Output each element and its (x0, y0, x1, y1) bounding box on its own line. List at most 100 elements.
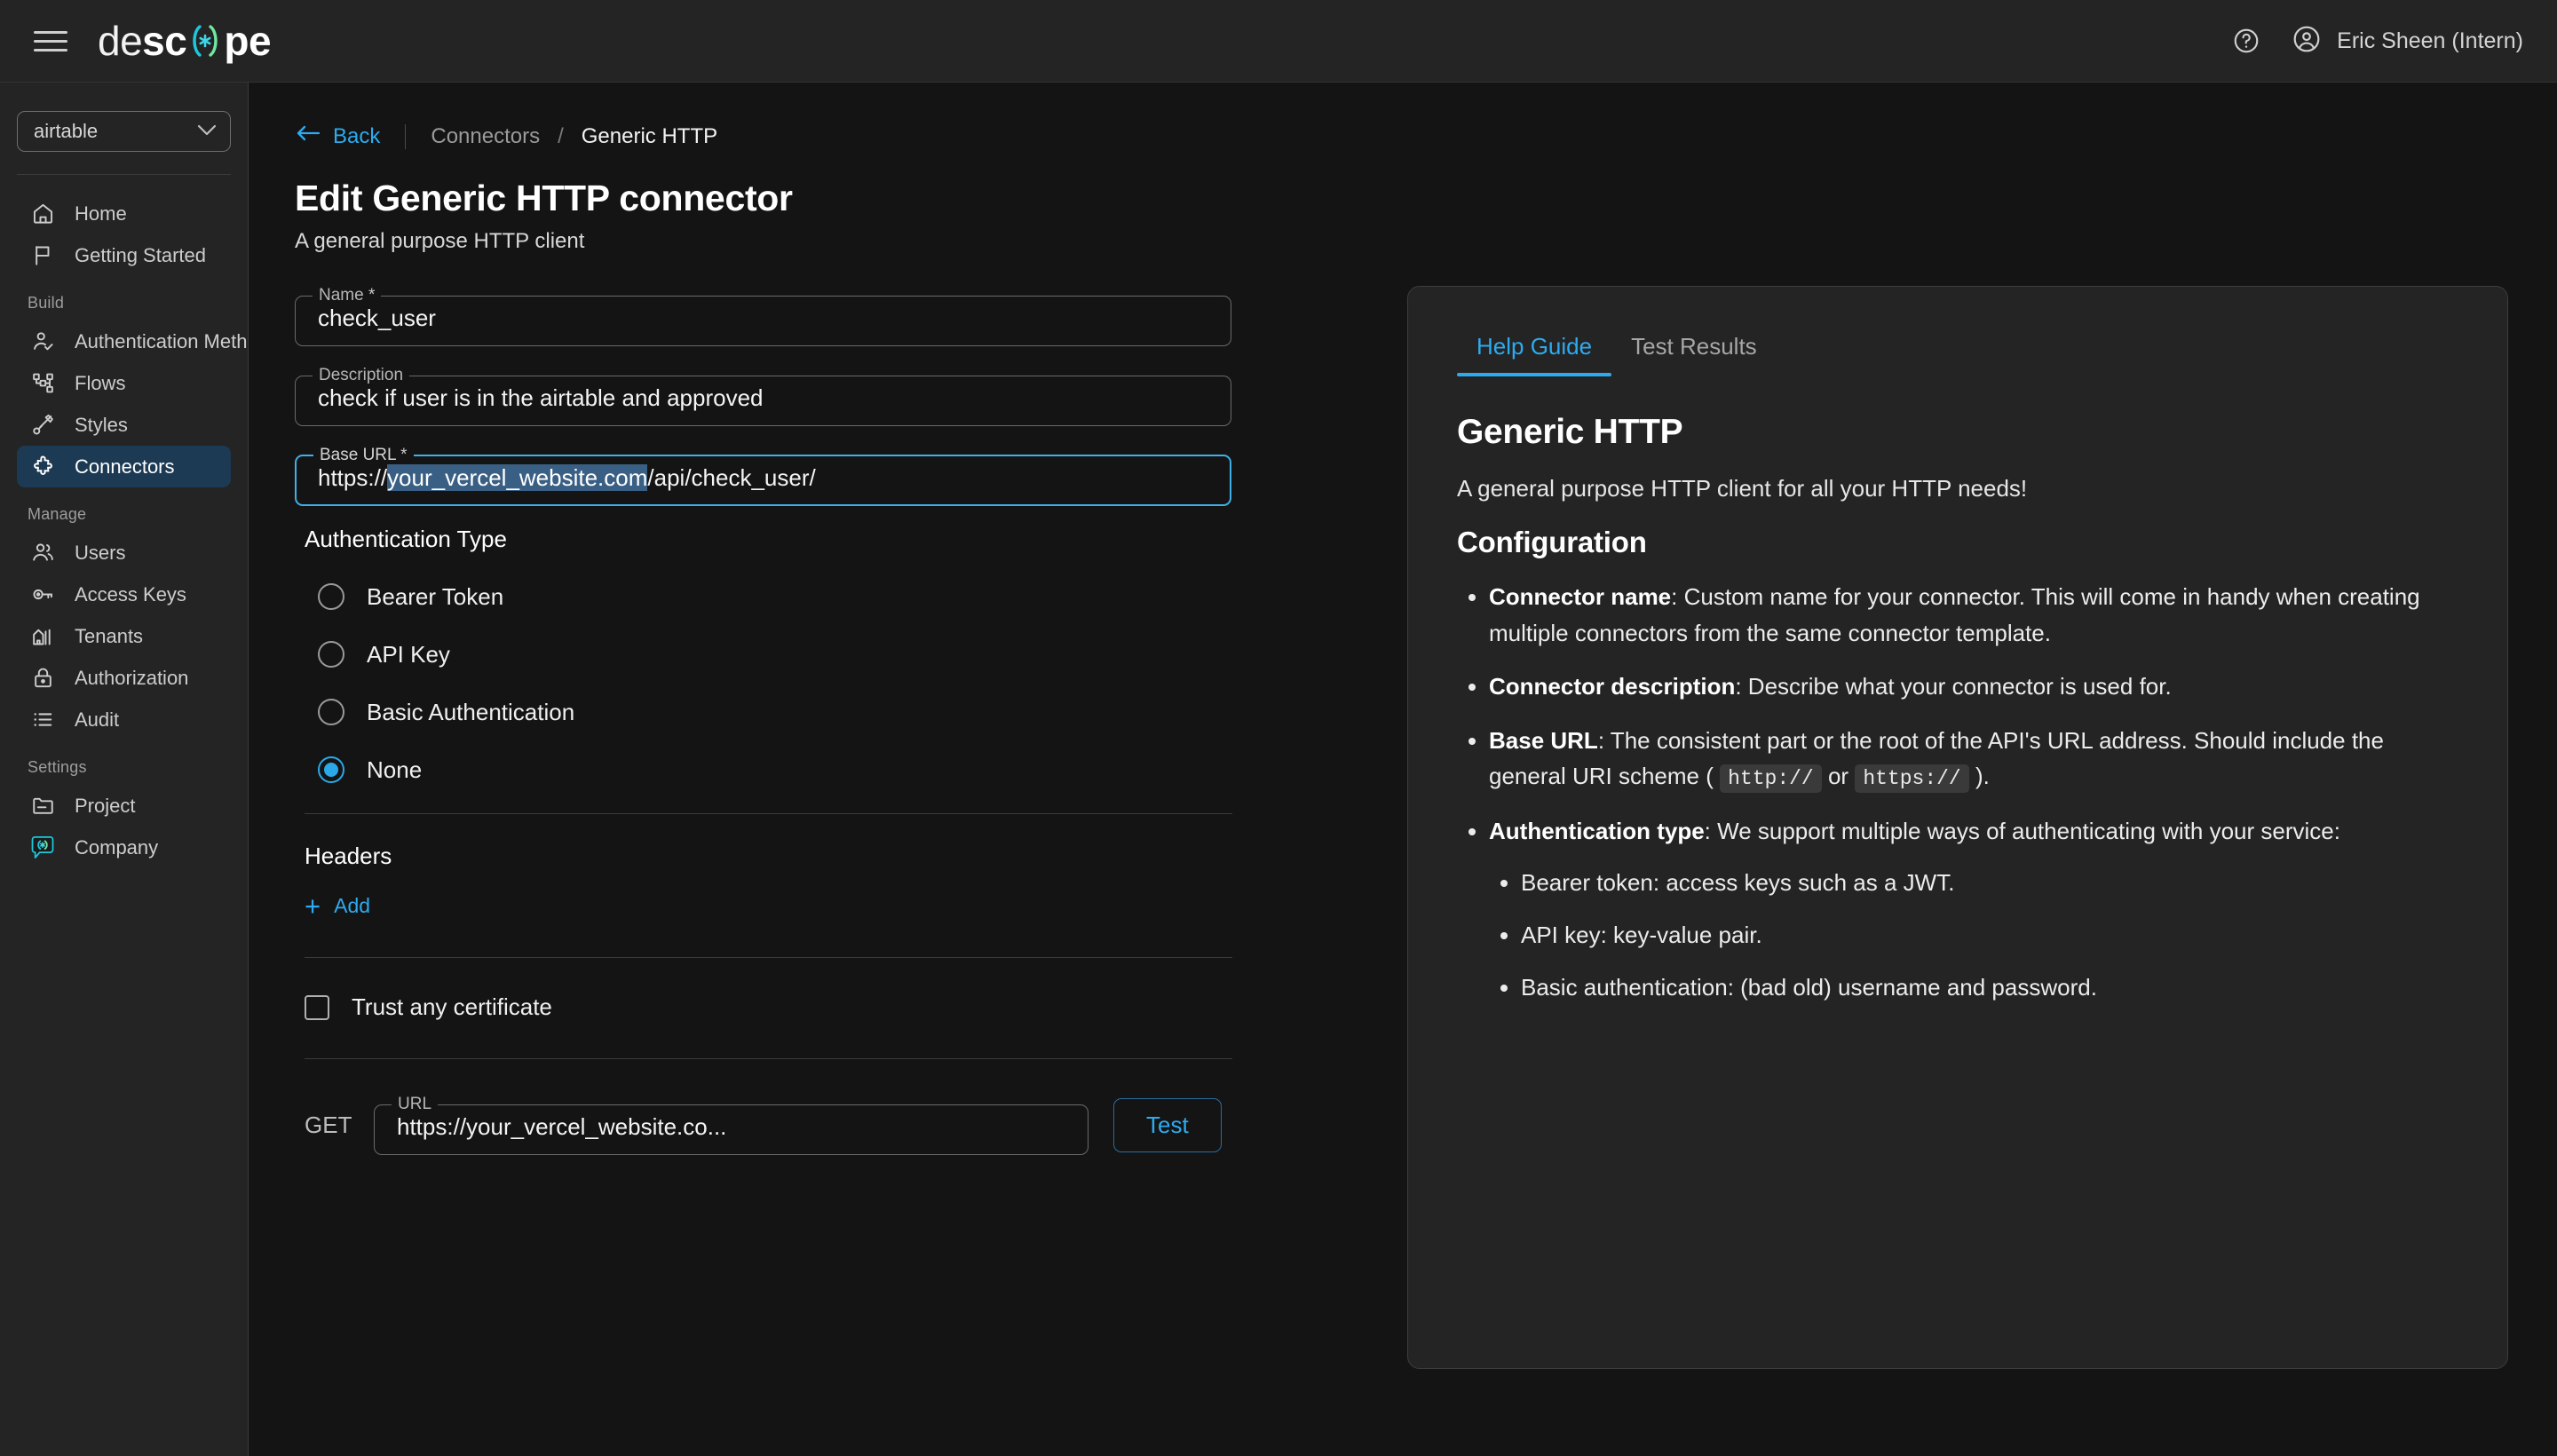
help-bullet-term: Connector description (1489, 673, 1735, 700)
lock-icon (29, 665, 56, 692)
sidebar-item-connectors[interactable]: Connectors (17, 446, 231, 487)
base-url-field-value: https://your_vercel_website.com/api/chec… (318, 460, 816, 492)
sidebar-item-styles[interactable]: Styles (17, 404, 231, 446)
sidebar-item-authorization[interactable]: Authorization (17, 657, 231, 699)
folder-icon (29, 793, 56, 819)
user-circle-icon (2292, 24, 2322, 59)
project-selector[interactable]: airtable (17, 111, 231, 152)
topbar-right-group: Eric Sheen (Intern) (2228, 22, 2523, 59)
add-header-label: Add (334, 894, 370, 918)
logo-text-part3: pe (224, 17, 271, 65)
name-field[interactable]: Name * check_user (295, 286, 1231, 346)
sidebar-item-access-keys[interactable]: Access Keys (17, 574, 231, 615)
menu-hamburger-icon[interactable] (34, 28, 67, 54)
help-bullet-authentication-type: Authentication type: We support multiple… (1489, 813, 2458, 1005)
users-icon (29, 540, 56, 566)
trust-any-certificate-checkbox[interactable]: Trust any certificate (305, 993, 552, 1021)
home-icon (29, 201, 56, 227)
sidebar-item-label: Users (75, 542, 125, 565)
breadcrumb: Back Connectors / Generic HTTP (249, 83, 2557, 149)
help-nested-basic-authentication: Basic authentication: (bad old) username… (1521, 970, 2458, 1005)
radio-label: API Key (367, 641, 450, 669)
help-panel: Help Guide Test Results Generic HTTP A g… (1407, 286, 2508, 1369)
help-column: Help Guide Test Results Generic HTTP A g… (1376, 254, 2557, 1456)
name-field-value: check_user (318, 300, 436, 332)
sidebar-item-label: Access Keys (75, 583, 186, 606)
http-method-label: GET (305, 1112, 358, 1139)
form-divider (305, 957, 1232, 958)
sidebar-group-manage: Manage (0, 487, 248, 532)
sidebar-item-flows[interactable]: Flows (17, 362, 231, 404)
user-check-icon (29, 328, 56, 355)
breadcrumb-connectors[interactable]: Connectors (431, 124, 540, 149)
sidebar-item-home[interactable]: Home (17, 193, 231, 234)
radio-api-key[interactable]: API Key (318, 634, 1231, 675)
sidebar-item-label: Project (75, 795, 135, 818)
logo-text-part2: sc (142, 17, 186, 65)
connector-form: Name * check_user Description check if u… (249, 254, 1376, 1456)
sidebar-item-label: Getting Started (75, 244, 206, 267)
sidebar-item-project[interactable]: Project (17, 785, 231, 827)
help-bullet-connector-name: Connector name: Custom name for your con… (1489, 579, 2458, 651)
top-bar: desc pe (0, 0, 2557, 83)
radio-circle-icon (318, 699, 344, 725)
user-name-label: Eric Sheen (Intern) (2337, 28, 2523, 54)
sidebar-item-label: Tenants (75, 625, 143, 648)
help-tabs: Help Guide Test Results (1457, 319, 2458, 377)
tab-test-results[interactable]: Test Results (1611, 319, 1777, 376)
sidebar-item-label: Authorization (75, 667, 188, 690)
auth-type-title: Authentication Type (305, 526, 1231, 553)
radio-none[interactable]: None (318, 749, 1231, 790)
help-nested-list: Bearer token: access keys such as a JWT.… (1489, 866, 2458, 1005)
description-field[interactable]: Description check if user is in the airt… (295, 366, 1231, 426)
add-header-button[interactable]: + Add (305, 892, 370, 920)
base-url-prefix: https:// (318, 464, 387, 491)
description-field-value: check if user is in the airtable and app… (318, 380, 764, 412)
radio-circle-checked-icon (318, 756, 344, 783)
sidebar-item-label: Styles (75, 414, 128, 437)
sidebar-item-audit[interactable]: Audit (17, 699, 231, 740)
logo-text-part1: de (98, 17, 142, 65)
sidebar-item-label: Authentication Methods (75, 330, 249, 353)
help-bullet-connector-description: Connector description: Describe what you… (1489, 669, 2458, 705)
list-icon (29, 707, 56, 733)
test-url-field[interactable]: URL https://your_vercel_website.co... (374, 1095, 1089, 1155)
question-circle-icon[interactable] (2228, 22, 2265, 59)
chevron-down-icon (196, 123, 218, 140)
help-bullet-text: : We support multiple ways of authentica… (1705, 818, 2340, 844)
sidebar: airtable Home (0, 83, 249, 1456)
base-url-field[interactable]: Base URL * https://your_vercel_website.c… (295, 446, 1231, 506)
sidebar-item-company[interactable]: Company (17, 827, 231, 868)
sidebar-group-settings: Settings (0, 740, 248, 785)
radio-basic-authentication[interactable]: Basic Authentication (318, 692, 1231, 732)
tab-help-guide[interactable]: Help Guide (1457, 319, 1611, 376)
radio-circle-icon (318, 641, 344, 668)
checkbox-icon (305, 995, 329, 1020)
descope-logo[interactable]: desc pe (98, 17, 271, 65)
sidebar-item-getting-started[interactable]: Getting Started (17, 234, 231, 276)
help-code-http: http:// (1720, 764, 1822, 793)
key-icon (29, 582, 56, 608)
test-request-row: GET URL https://your_vercel_website.co..… (305, 1095, 1231, 1155)
test-button[interactable]: Test (1113, 1098, 1222, 1152)
project-selector-value: airtable (34, 120, 196, 143)
radio-label: Basic Authentication (367, 699, 574, 726)
radio-label: None (367, 756, 422, 784)
back-button[interactable]: Back (295, 123, 380, 149)
sidebar-item-tenants[interactable]: Tenants (17, 615, 231, 657)
help-intro: A general purpose HTTP client for all yo… (1457, 475, 2458, 502)
puzzle-piece-icon (29, 454, 56, 480)
sidebar-item-users[interactable]: Users (17, 532, 231, 574)
form-divider (305, 1058, 1232, 1059)
trust-any-certificate-label: Trust any certificate (352, 993, 552, 1021)
radio-bearer-token[interactable]: Bearer Token (318, 576, 1231, 617)
sidebar-item-authentication-methods[interactable]: Authentication Methods (17, 320, 231, 362)
sidebar-nav: Home Getting Started Build (0, 186, 248, 868)
radio-circle-icon (318, 583, 344, 610)
help-bullet-base-url: Base URL: The consistent part or the roo… (1489, 723, 2458, 795)
sidebar-item-label: Company (75, 836, 158, 859)
auth-type-radio-group: Bearer Token API Key Basic Authenticatio… (318, 576, 1231, 790)
user-menu[interactable]: Eric Sheen (Intern) (2292, 24, 2523, 59)
help-bullet-term: Base URL (1489, 727, 1598, 754)
breadcrumb-separator: / (558, 124, 564, 149)
